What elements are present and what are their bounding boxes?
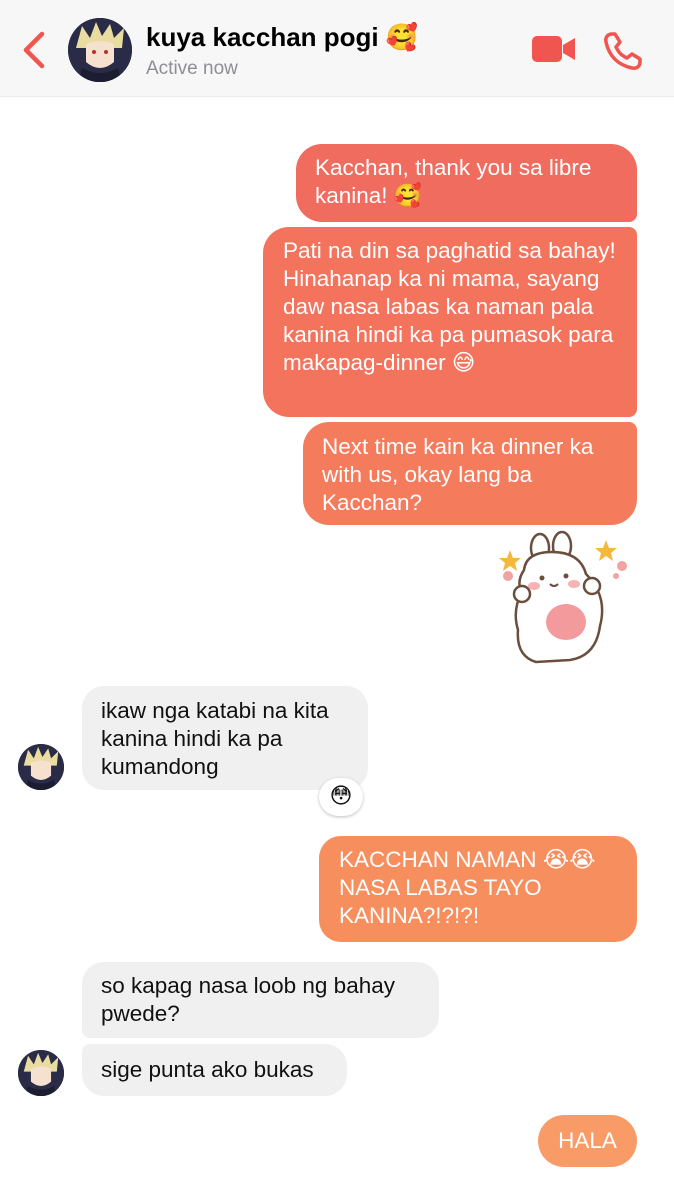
back-chevron-icon[interactable] xyxy=(18,30,52,70)
contact-name[interactable]: kuya kacchan pogi 🥰 xyxy=(146,22,418,53)
phone-call-icon[interactable] xyxy=(602,30,644,72)
outgoing-message[interactable]: Kacchan, thank you sa libre kanina! 🥰 xyxy=(296,144,637,222)
contact-avatar-small[interactable] xyxy=(18,1050,64,1096)
incoming-message[interactable]: sige punta ako bukas xyxy=(82,1044,347,1096)
outgoing-message[interactable]: KACCHAN NAMAN 😭😭 NASA LABAS TAYO KANINA?… xyxy=(319,836,637,942)
bunny-sticker[interactable] xyxy=(496,530,638,670)
outgoing-message[interactable]: Pati na din sa paghatid sa bahay! Hinaha… xyxy=(263,227,637,417)
outgoing-message[interactable]: HALA xyxy=(538,1115,637,1167)
video-call-icon[interactable] xyxy=(530,32,578,66)
outgoing-message[interactable]: Next time kain ka dinner ka with us, oka… xyxy=(303,422,637,525)
reaction-badge[interactable]: 😳 xyxy=(319,778,363,816)
incoming-message[interactable]: so kapag nasa loob ng bahay pwede? xyxy=(82,962,439,1038)
chat-header: kuya kacchan pogi 🥰 Active now xyxy=(0,0,674,97)
incoming-message[interactable]: ikaw nga katabi na kita kanina hindi ka … xyxy=(82,686,368,790)
active-status: Active now xyxy=(146,58,238,79)
contact-avatar-small[interactable] xyxy=(18,744,64,790)
contact-avatar[interactable] xyxy=(68,18,132,82)
